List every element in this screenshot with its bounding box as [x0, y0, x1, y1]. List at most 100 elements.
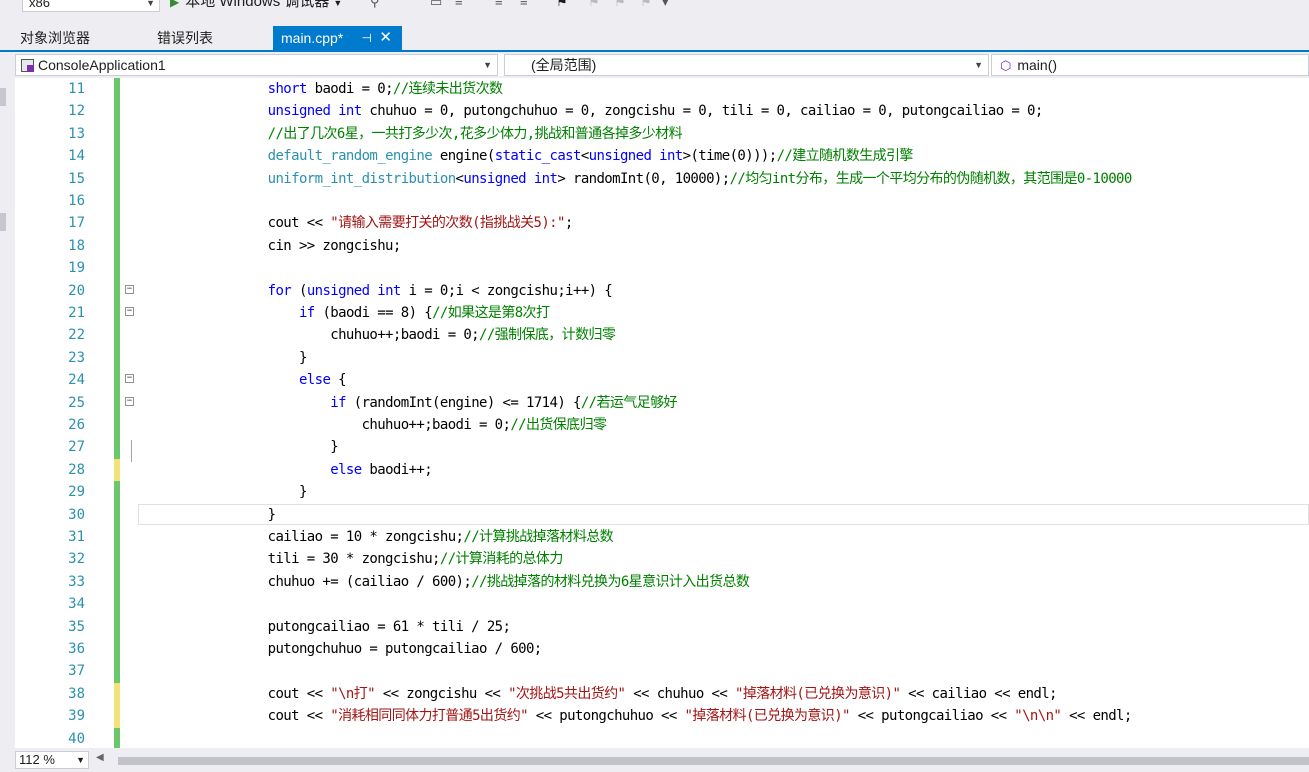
code-line[interactable]: 11 short baodi = 0;//连续未出货次数: [15, 78, 1309, 101]
tab-main-cpp[interactable]: main.cpp* ⊣ ✕: [273, 26, 402, 50]
code-line[interactable]: 39 cout << "消耗相同同体力打普通5出货约" << putongchu…: [15, 705, 1309, 728]
code-text: }: [205, 347, 307, 369]
code-token: chuhuo += (cailiao / 600);: [205, 573, 472, 590]
code-line[interactable]: 34: [15, 593, 1309, 616]
start-debugger-button[interactable]: ▶ 本地 Windows 调试器 ▼: [170, 0, 342, 12]
code-line[interactable]: 17 cout << "请输入需要打关的次数(指挑战关5):";: [15, 212, 1309, 235]
clear-bookmarks-icon[interactable]: ⚑: [640, 0, 652, 10]
prev-bookmark-icon[interactable]: ⚑: [588, 0, 600, 10]
change-indicator: [114, 436, 120, 459]
code-line[interactable]: 38 cout << "\n打" << zongcishu << "次挑战5共出…: [15, 682, 1309, 706]
zoom-dropdown[interactable]: 112 % ▼: [15, 751, 89, 769]
platform-dropdown[interactable]: x86 ▼: [22, 0, 160, 12]
tab-error-list[interactable]: 错误列表: [157, 26, 213, 50]
indent-icon[interactable]: ≡: [520, 0, 528, 9]
save-icon[interactable]: ▭: [430, 0, 442, 10]
line-number: 35: [68, 618, 85, 635]
code-line[interactable]: 25 − if (randomInt(engine) <= 1714) {//若运…: [15, 391, 1309, 414]
code-token: << zongcishu <<: [374, 685, 509, 702]
pin-icon[interactable]: ⊣: [362, 26, 372, 50]
line-number: 37: [68, 663, 85, 680]
code-line[interactable]: 32 tili = 30 * zongcishu;//计算消耗的总体力: [15, 548, 1309, 571]
code-line[interactable]: 33 chuhuo += (cailiao / 600);//挑战掉落的材料兑换…: [15, 570, 1309, 594]
code-line[interactable]: 31 cailiao = 10 * zongcishu;//计算挑战掉落材料总数: [15, 526, 1309, 549]
keyword-token: unsigned int: [267, 103, 363, 120]
keyword-token: if: [330, 394, 346, 411]
comment-token: //建立随机数生成引擎: [776, 148, 914, 165]
code-line[interactable]: 22 chuhuo++;baodi = 0;//强制保底，计数归零: [15, 324, 1309, 347]
code-line[interactable]: 37: [15, 660, 1309, 683]
line-number: 18: [68, 237, 85, 254]
code-line[interactable]: 21 − if (baodi == 8) {//如果这是第8次打: [15, 302, 1309, 325]
comment-token: //出了几次6星，一共打多少次,花多少体力,挑战和普通各掉多少材料: [267, 125, 683, 142]
project-icon: [21, 59, 34, 72]
code-line[interactable]: 12 unsigned int chuhuo = 0, putongchuhuo…: [15, 100, 1309, 123]
code-line[interactable]: 24 − else {: [15, 369, 1309, 392]
line-number: 21: [68, 305, 85, 321]
close-icon[interactable]: ✕: [379, 26, 392, 50]
bookmark-icon[interactable]: ⚑: [556, 0, 568, 10]
scroll-left-icon[interactable]: ◀: [96, 752, 104, 763]
code-line[interactable]: 36 putongchuhuo = putongcailiao / 600;: [15, 638, 1309, 661]
change-indicator: [114, 682, 120, 706]
collapse-icon[interactable]: −: [125, 284, 134, 294]
type-token: uniform_int_distribution: [267, 170, 456, 187]
code-line[interactable]: 20 − for (unsigned int i = 0;i < zongcish…: [15, 279, 1309, 302]
code-line[interactable]: 18 cin >> zongcishu;: [15, 234, 1309, 258]
code-token: putongchuhuo = putongcailiao / 600;: [205, 641, 543, 657]
tab-object-browser[interactable]: 对象浏览器: [20, 26, 90, 50]
chevron-down-icon: ▼: [483, 60, 492, 70]
collapse-icon[interactable]: −: [125, 396, 134, 406]
collapse-icon[interactable]: −: [125, 307, 134, 316]
code-line[interactable]: 30 }: [15, 503, 1309, 526]
tab-label: 错误列表: [157, 30, 213, 46]
outdent-icon[interactable]: ≡: [495, 0, 503, 9]
code-text: uniform_int_distribution<unsigned int> r…: [205, 168, 1133, 190]
code-line[interactable]: 35 putongcailiao = 61 * tili / 25;: [15, 615, 1309, 638]
scope-name: (全局范围): [531, 57, 597, 73]
change-indicator: [114, 234, 120, 258]
scrollbar-thumb[interactable]: [118, 757, 1309, 765]
change-indicator: [114, 458, 120, 482]
find-icon[interactable]: ⚲: [370, 0, 380, 10]
line-number: 22: [68, 327, 85, 344]
tab-label: 对象浏览器: [20, 30, 90, 46]
keyword-token: unsigned int: [588, 148, 684, 165]
code-line[interactable]: 14 default_random_engine engine(static_c…: [15, 145, 1309, 168]
overflow-icon[interactable]: ▾: [662, 0, 669, 10]
code-line[interactable]: 29 }: [15, 481, 1309, 504]
change-indicator: [114, 503, 120, 526]
next-bookmark-icon[interactable]: ⚑: [614, 0, 626, 10]
line-number: 16: [68, 193, 85, 209]
horizontal-scrollbar[interactable]: ◀: [96, 752, 1309, 768]
code-line[interactable]: 26 chuhuo++;baodi = 0;//出货保底归零: [15, 414, 1309, 437]
code-line[interactable]: 27 }: [15, 436, 1309, 459]
line-number: 25: [68, 394, 85, 411]
code-line[interactable]: 19: [15, 257, 1309, 280]
change-indicator: [114, 302, 120, 325]
change-indicator: [114, 593, 120, 616]
code-token: chuhuo++;baodi = 0;: [205, 327, 480, 344]
change-indicator: [114, 257, 120, 280]
scope-dropdown[interactable]: (全局范围) ▼: [504, 54, 989, 76]
code-token: > randomInt(0, 10000);: [557, 170, 730, 187]
code-line[interactable]: 40: [15, 727, 1309, 748]
keyword-token: unsigned int: [463, 170, 558, 187]
code-line[interactable]: 13 //出了几次6星，一共打多少次,花多少体力,挑战和普通各掉多少材料: [15, 122, 1309, 146]
code-token: << endl;: [1061, 708, 1132, 725]
member-dropdown[interactable]: ⬡ main(): [991, 54, 1309, 76]
comment-icon[interactable]: ≡: [455, 0, 463, 9]
code-text: //出了几次6星，一共打多少次,花多少体力,挑战和普通各掉多少材料: [205, 123, 683, 145]
collapse-icon[interactable]: −: [125, 374, 134, 384]
comment-token: //如果这是第8次打: [432, 305, 550, 321]
project-dropdown[interactable]: ConsoleApplication1 ▼: [15, 54, 498, 76]
string-token: "消耗相同同体力打普通5出货约": [330, 708, 528, 725]
code-line[interactable]: 28 else baodi++;: [15, 458, 1309, 482]
code-line[interactable]: 15 uniform_int_distribution<unsigned int…: [15, 167, 1309, 190]
code-line[interactable]: 16: [15, 190, 1309, 213]
change-indicator: [114, 369, 120, 392]
code-editor[interactable]: 11 short baodi = 0;//连续未出货次数 12 unsigned …: [15, 78, 1309, 748]
code-line[interactable]: 23 }: [15, 346, 1309, 370]
comment-token: //若运气足够好: [580, 394, 678, 411]
